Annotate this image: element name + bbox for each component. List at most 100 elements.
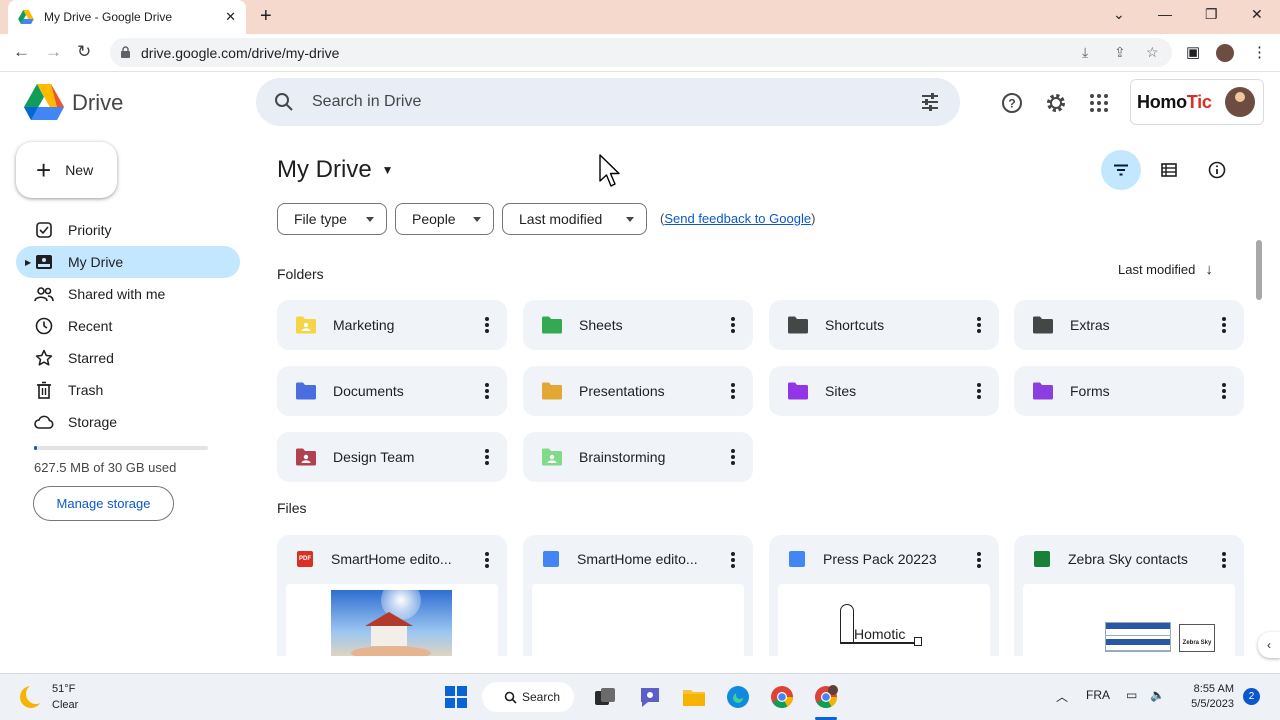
file-card[interactable]: Zebra Sky contacts Zebra Sky bbox=[1014, 535, 1244, 656]
list-view-button[interactable] bbox=[1149, 150, 1189, 190]
bookmark-star-icon[interactable]: ☆ bbox=[1146, 44, 1159, 61]
close-window-icon[interactable]: ✕ bbox=[1251, 6, 1263, 23]
file-thumbnail[interactable]: Homotic bbox=[778, 584, 990, 656]
folder-card[interactable]: Marketing bbox=[277, 300, 507, 350]
weather-temperature[interactable]: 51°F bbox=[52, 683, 75, 695]
forward-icon[interactable]: → bbox=[45, 43, 62, 61]
input-language-indicator[interactable]: FRA bbox=[1086, 688, 1110, 702]
moon-weather-icon[interactable] bbox=[20, 684, 46, 708]
folder-card[interactable]: Sheets bbox=[523, 300, 753, 350]
filter-chip-people[interactable]: People bbox=[395, 203, 494, 235]
browser-tab[interactable]: My Drive - Google Drive ✕ bbox=[8, 0, 246, 34]
folder-card[interactable]: Documents bbox=[277, 366, 507, 416]
file-thumbnail[interactable] bbox=[286, 584, 498, 656]
tab-search-icon[interactable]: ⌄ bbox=[1113, 6, 1125, 23]
apps-grid-icon[interactable] bbox=[1088, 92, 1110, 114]
edge-browser-icon[interactable] bbox=[725, 684, 751, 710]
windows-start-icon[interactable] bbox=[443, 684, 469, 710]
page-title[interactable]: My Drive ▼ bbox=[277, 156, 394, 184]
reload-icon[interactable]: ↻ bbox=[77, 43, 91, 61]
search-input[interactable] bbox=[312, 90, 872, 114]
folder-card[interactable]: Forms bbox=[1014, 366, 1244, 416]
minimize-icon[interactable]: — bbox=[1158, 6, 1172, 22]
tray-overflow-chevron-icon[interactable]: ︿ bbox=[1056, 688, 1068, 705]
app-name[interactable]: Drive bbox=[72, 90, 123, 116]
notification-badge[interactable]: 2 bbox=[1243, 688, 1260, 705]
more-actions-icon[interactable] bbox=[485, 383, 489, 399]
house-image bbox=[331, 590, 452, 656]
network-icon[interactable]: ▭ bbox=[1126, 688, 1137, 702]
more-actions-icon[interactable] bbox=[485, 449, 489, 465]
more-actions-icon[interactable] bbox=[485, 317, 489, 333]
side-panel-icon[interactable]: ▣ bbox=[1186, 43, 1200, 61]
task-view-icon[interactable] bbox=[592, 684, 618, 710]
more-actions-icon[interactable] bbox=[977, 383, 981, 399]
profile-avatar-icon[interactable] bbox=[1216, 44, 1234, 62]
more-actions-icon[interactable] bbox=[731, 317, 735, 333]
system-clock[interactable]: 8:55 AM 5/5/2023 bbox=[1186, 682, 1234, 712]
more-actions-icon[interactable] bbox=[1222, 317, 1226, 333]
weather-condition[interactable]: Clear bbox=[52, 699, 78, 711]
sidebar-item-priority[interactable]: Priority bbox=[16, 214, 240, 246]
chrome-icon[interactable] bbox=[769, 684, 795, 710]
folder-card[interactable]: Design Team bbox=[277, 432, 507, 482]
sort-control[interactable]: Last modified ↓ bbox=[1118, 261, 1213, 278]
sidebar-item-storage[interactable]: Storage bbox=[16, 406, 240, 438]
address-bar[interactable]: drive.google.com/drive/my-drive bbox=[110, 38, 1172, 67]
share-icon[interactable]: ⇪ bbox=[1114, 44, 1126, 61]
more-actions-icon[interactable] bbox=[977, 317, 981, 333]
folder-card[interactable]: Shortcuts bbox=[769, 300, 999, 350]
sidebar-item-starred[interactable]: Starred bbox=[16, 342, 240, 374]
arrow-down-icon[interactable]: ↓ bbox=[1205, 261, 1213, 278]
back-icon[interactable]: ← bbox=[13, 43, 30, 61]
file-card[interactable]: SmartHome edito... bbox=[523, 535, 753, 656]
more-actions-icon[interactable] bbox=[731, 552, 735, 568]
folder-card[interactable]: Presentations bbox=[523, 366, 753, 416]
account-switcher[interactable]: HomoTic bbox=[1130, 79, 1264, 125]
file-card[interactable]: Press Pack 20223 Homotic bbox=[769, 535, 999, 656]
search-icon[interactable] bbox=[274, 92, 294, 112]
details-info-button[interactable] bbox=[1197, 150, 1237, 190]
expand-caret-icon[interactable]: ▶ bbox=[25, 258, 31, 267]
drive-logo-icon[interactable] bbox=[24, 84, 64, 120]
main-scrollbar[interactable] bbox=[1256, 240, 1262, 300]
taskbar-search-button[interactable]: Search bbox=[482, 682, 574, 712]
more-actions-icon[interactable] bbox=[1222, 383, 1226, 399]
browser-menu-icon[interactable]: ⋮ bbox=[1252, 43, 1267, 61]
filter-view-button[interactable] bbox=[1101, 150, 1141, 190]
sidebar-item-shared-with-me[interactable]: Shared with me bbox=[16, 278, 240, 310]
settings-gear-icon[interactable] bbox=[1045, 92, 1067, 114]
account-avatar[interactable] bbox=[1225, 87, 1255, 117]
filter-chip-file-type[interactable]: File type bbox=[277, 203, 387, 235]
folder-card[interactable]: Sites bbox=[769, 366, 999, 416]
volume-icon[interactable]: 🔈 bbox=[1150, 688, 1165, 702]
more-actions-icon[interactable] bbox=[485, 552, 489, 568]
more-actions-icon[interactable] bbox=[731, 449, 735, 465]
file-thumbnail[interactable]: Zebra Sky bbox=[1023, 584, 1235, 656]
more-actions-icon[interactable] bbox=[1222, 552, 1226, 568]
new-tab-icon[interactable]: + bbox=[260, 6, 272, 26]
search-options-icon[interactable] bbox=[920, 92, 940, 112]
send-feedback-link[interactable]: Send feedback to Google bbox=[664, 211, 811, 226]
show-side-panel-button[interactable]: ‹ bbox=[1258, 632, 1280, 658]
help-icon[interactable]: ? bbox=[1001, 92, 1023, 114]
close-tab-icon[interactable]: ✕ bbox=[225, 9, 236, 25]
install-icon[interactable]: ⤓ bbox=[1082, 44, 1088, 61]
sidebar-item-trash[interactable]: Trash bbox=[16, 374, 240, 406]
sidebar-item-recent[interactable]: Recent bbox=[16, 310, 240, 342]
teams-chat-icon[interactable] bbox=[637, 684, 663, 710]
filter-chip-last-modified[interactable]: Last modified bbox=[502, 203, 647, 235]
file-card[interactable]: PDF SmartHome edito... bbox=[277, 535, 507, 656]
chrome-profile-icon[interactable] bbox=[813, 684, 839, 710]
file-explorer-icon[interactable] bbox=[681, 684, 707, 710]
sidebar-item-my-drive[interactable]: ▶ My Drive bbox=[16, 246, 240, 278]
more-actions-icon[interactable] bbox=[977, 552, 981, 568]
new-button[interactable]: + New bbox=[16, 142, 117, 198]
search-bar[interactable] bbox=[256, 78, 960, 126]
more-actions-icon[interactable] bbox=[731, 383, 735, 399]
file-thumbnail[interactable] bbox=[532, 584, 744, 656]
manage-storage-button[interactable]: Manage storage bbox=[33, 486, 174, 521]
folder-card[interactable]: Extras bbox=[1014, 300, 1244, 350]
restore-icon[interactable]: ❐ bbox=[1205, 6, 1218, 23]
folder-card[interactable]: Brainstorming bbox=[523, 432, 753, 482]
